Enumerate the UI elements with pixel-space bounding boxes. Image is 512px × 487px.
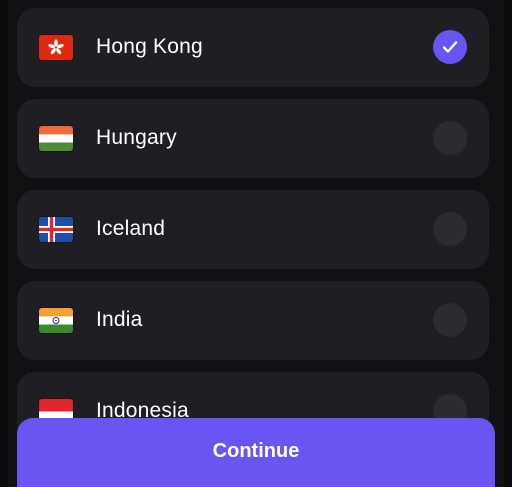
left-edge (0, 0, 8, 487)
country-name: Hungary (96, 126, 177, 149)
country-name: Iceland (96, 217, 166, 240)
country-name: India (96, 308, 143, 331)
continue-button[interactable]: Continue (17, 418, 495, 487)
right-edge (504, 0, 512, 487)
iceland-flag-icon (39, 217, 73, 242)
country-name: Hong Kong (96, 35, 203, 58)
hong-kong-flag-icon (39, 35, 73, 60)
country-row-iceland[interactable]: Iceland (17, 190, 489, 269)
country-list: Hong Kong Hungary Iceland India Indonesi… (17, 8, 489, 463)
selected-check-icon[interactable] (433, 30, 467, 64)
radio-unselected[interactable] (433, 212, 467, 246)
country-row-hong-kong[interactable]: Hong Kong (17, 8, 489, 87)
hungary-flag-icon (39, 126, 73, 151)
country-row-india[interactable]: India (17, 281, 489, 360)
india-flag-icon (39, 308, 73, 333)
radio-unselected[interactable] (433, 121, 467, 155)
country-row-hungary[interactable]: Hungary (17, 99, 489, 178)
radio-unselected[interactable] (433, 303, 467, 337)
